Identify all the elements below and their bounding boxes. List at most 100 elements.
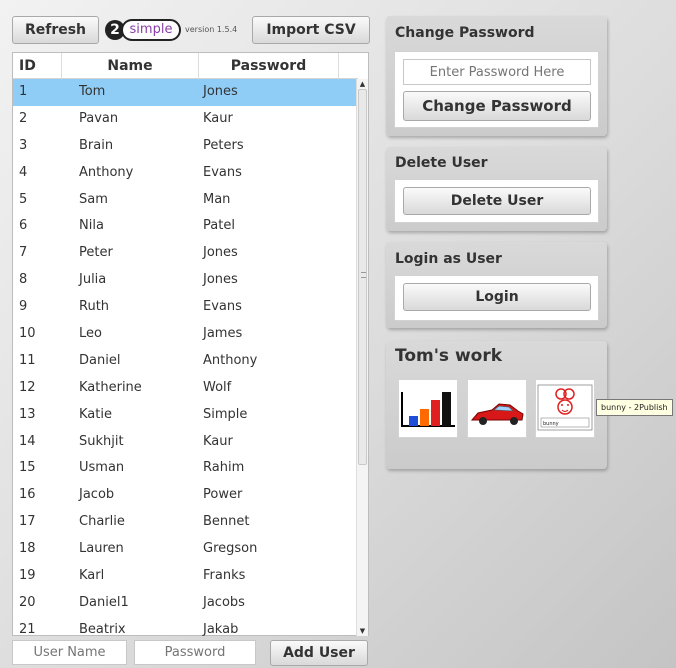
delete-user-button[interactable]: Delete User (403, 187, 591, 215)
table-row[interactable]: 13 Katie Simple (13, 402, 358, 429)
cell-id: 13 (19, 406, 36, 422)
cell-name: Brain (79, 137, 114, 153)
bunny-drawing-icon: bunny (537, 384, 593, 431)
table-scrollbar[interactable]: ▲ ▼ (356, 79, 368, 636)
user-work-title: Tom's work (395, 346, 503, 366)
cell-id: 6 (19, 218, 28, 234)
cell-id: 8 (19, 272, 28, 288)
table-row[interactable]: 19 Karl Franks (13, 563, 358, 590)
password-input[interactable] (134, 640, 256, 665)
new-password-input[interactable] (403, 59, 591, 85)
table-row[interactable]: 7 Peter Jones (13, 240, 358, 267)
version-label: version 1.5.4 (185, 25, 238, 34)
cell-name: Pavan (79, 110, 119, 126)
change-password-button[interactable]: Change Password (403, 91, 591, 121)
table-row[interactable]: 18 Lauren Gregson (13, 536, 358, 563)
delete-user-box: Delete User (394, 179, 599, 223)
refresh-button[interactable]: Refresh (12, 16, 99, 44)
cell-id: 19 (19, 568, 36, 584)
table-row[interactable]: 15 Usman Rahim (13, 455, 358, 482)
cell-id: 10 (19, 326, 36, 342)
cell-id: 2 (19, 110, 28, 126)
bunny-caption: bunny (543, 421, 559, 427)
table-body: 1 Tom Jones 2 Pavan Kaur 3 Brain Peters 4 Anthony E… (13, 79, 358, 636)
cell-password: Jakab (203, 621, 239, 636)
table-row[interactable]: 6 Nila Patel (13, 213, 358, 240)
user-work-panel: Tom's work bunny (386, 341, 607, 469)
table-row[interactable]: 2 Pavan Kaur (13, 106, 358, 133)
column-header-name[interactable]: Name (61, 53, 198, 79)
add-user-bar: Add User (12, 640, 368, 666)
table-header: ID Name Password (13, 53, 358, 79)
cell-password: Franks (203, 568, 246, 584)
cell-id: 4 (19, 164, 28, 180)
table-row[interactable]: 16 Jacob Power (13, 482, 358, 509)
cell-id: 17 (19, 514, 36, 530)
login-title: Login as User (395, 251, 502, 267)
bar-chart-icon (401, 392, 455, 427)
delete-user-title: Delete User (395, 155, 488, 171)
work-thumbnail-chart[interactable] (398, 379, 458, 438)
cell-name: Daniel (79, 352, 121, 368)
logo-text: simple (121, 19, 181, 41)
table-row[interactable]: 17 Charlie Bennet (13, 509, 358, 536)
table-row[interactable]: 12 Katherine Wolf (13, 375, 358, 402)
cell-name: Lauren (79, 541, 124, 557)
table-row[interactable]: 3 Brain Peters (13, 133, 358, 160)
cell-password: Anthony (203, 352, 258, 368)
cell-name: Jacob (79, 487, 115, 503)
cell-password: Jones (203, 84, 238, 99)
table-row[interactable]: 10 Leo James (13, 321, 358, 348)
table-row[interactable]: 20 Daniel1 Jacobs (13, 590, 358, 617)
cell-name: Katie (79, 406, 112, 422)
table-row[interactable]: 1 Tom Jones (13, 79, 358, 106)
cell-name: Charlie (79, 514, 125, 530)
cell-password: Jones (203, 245, 238, 261)
thumbnail-tooltip: bunny - 2Publish (596, 399, 673, 416)
cell-name: Nila (79, 218, 104, 234)
change-password-panel: Change Password Change Password (386, 16, 607, 136)
username-input[interactable] (12, 640, 127, 665)
cell-id: 14 (19, 433, 36, 449)
delete-user-panel: Delete User Delete User (386, 147, 607, 231)
cell-password: Peters (203, 137, 244, 153)
scroll-up-arrow-icon[interactable]: ▲ (357, 79, 368, 89)
cell-id: 15 (19, 460, 36, 476)
add-user-button[interactable]: Add User (270, 640, 368, 666)
cell-password: Man (203, 191, 231, 207)
login-button[interactable]: Login (403, 283, 591, 311)
cell-name: Leo (79, 326, 102, 342)
column-header-id[interactable]: ID (13, 53, 61, 79)
cell-id: 3 (19, 137, 28, 153)
cell-id: 21 (19, 621, 36, 636)
cell-id: 18 (19, 541, 36, 557)
cell-name: Sukhjit (79, 433, 124, 449)
table-row[interactable]: 5 Sam Man (13, 187, 358, 214)
table-row[interactable]: 4 Anthony Evans (13, 160, 358, 187)
work-thumbnail-car[interactable] (467, 379, 527, 438)
cell-password: Wolf (203, 379, 232, 395)
red-car-icon (470, 403, 524, 425)
change-password-box: Change Password (394, 51, 599, 128)
cell-password: Evans (203, 164, 242, 180)
cell-id: 16 (19, 487, 36, 503)
cell-password: Bennet (203, 514, 250, 530)
table-row[interactable]: 8 Julia Jones (13, 267, 358, 294)
table-row[interactable]: 21 Beatrix Jakab (13, 617, 358, 636)
table-row[interactable]: 11 Daniel Anthony (13, 348, 358, 375)
table-row[interactable]: 14 Sukhjit Kaur (13, 429, 358, 456)
column-header-password[interactable]: Password (198, 53, 339, 79)
work-thumbnail-bunny[interactable]: bunny (535, 379, 595, 438)
cell-name: Anthony (79, 164, 134, 180)
cell-password: Evans (203, 299, 242, 315)
scroll-thumb[interactable] (358, 89, 367, 465)
login-panel: Login as User Login (386, 242, 607, 328)
2simple-logo: 2 simple (105, 19, 183, 41)
table-row[interactable]: 9 Ruth Evans (13, 294, 358, 321)
cell-name: Tom (79, 84, 106, 99)
cell-name: Beatrix (79, 621, 126, 636)
cell-id: 9 (19, 299, 28, 315)
scroll-down-arrow-icon[interactable]: ▼ (357, 626, 368, 636)
cell-password: Simple (203, 406, 248, 422)
import-csv-button[interactable]: Import CSV (252, 16, 370, 44)
